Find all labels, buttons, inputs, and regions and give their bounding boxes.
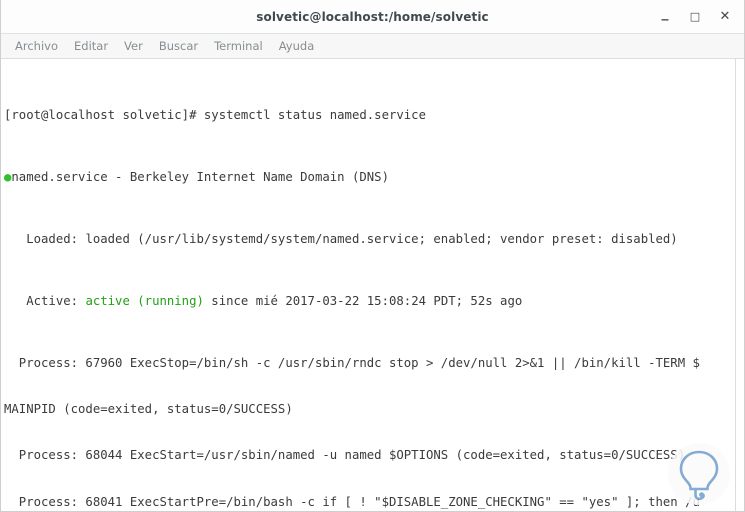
loaded-value: loaded (/usr/lib/systemd/system/named.se… bbox=[85, 231, 678, 246]
status-detail-line: Process: 68044 ExecStart=/usr/sbin/named… bbox=[4, 448, 686, 463]
terminal-output-area[interactable]: [root@localhost solvetic]# systemctl sta… bbox=[1, 59, 744, 511]
terminal-screen: [root@localhost solvetic]# systemctl sta… bbox=[2, 62, 744, 511]
title-bar[interactable]: solvetic@localhost:/home/solvetic _ □ ✕ bbox=[1, 0, 744, 34]
active-label: Active: bbox=[4, 293, 86, 308]
command-line: [root@localhost solvetic]# systemctl sta… bbox=[4, 108, 744, 123]
active-since: since mié 2017-03-22 15:08:24 PDT; 52s a… bbox=[203, 293, 523, 308]
loaded-label: Loaded: bbox=[4, 231, 86, 246]
menu-item-buscar[interactable]: Buscar bbox=[151, 34, 206, 58]
window-title: solvetic@localhost:/home/solvetic bbox=[256, 9, 489, 24]
typed-command: systemctl status named.service bbox=[203, 108, 426, 123]
maximize-button[interactable]: □ bbox=[680, 4, 710, 30]
unit-description: named.service - Berkeley Internet Name D… bbox=[11, 170, 389, 185]
loaded-line: Loaded: loaded (/usr/lib/systemd/system/… bbox=[4, 232, 744, 247]
close-button[interactable]: ✕ bbox=[710, 4, 740, 30]
unit-status-header: ●named.service - Berkeley Internet Name … bbox=[4, 170, 744, 185]
shell-prompt: [root@localhost solvetic]# bbox=[4, 108, 204, 123]
status-detail-line: Process: 68041 ExecStartPre=/bin/bash -c… bbox=[4, 494, 700, 509]
menu-item-ver[interactable]: Ver bbox=[116, 34, 151, 58]
menu-item-terminal[interactable]: Terminal bbox=[206, 34, 271, 58]
menu-item-ayuda[interactable]: Ayuda bbox=[271, 34, 323, 58]
menu-item-editar[interactable]: Editar bbox=[66, 34, 116, 58]
menu-bar: Archivo Editar Ver Buscar Terminal Ayuda bbox=[1, 34, 744, 59]
terminal-right-edge bbox=[735, 59, 736, 511]
active-line: Active: active (running) since mié 2017-… bbox=[4, 294, 744, 309]
terminal-window: solvetic@localhost:/home/solvetic _ □ ✕ … bbox=[0, 0, 745, 512]
window-controls: _ □ ✕ bbox=[650, 0, 740, 33]
status-detail-line: Process: 67960 ExecStop=/bin/sh -c /usr/… bbox=[4, 355, 700, 370]
menu-item-archivo[interactable]: Archivo bbox=[7, 34, 66, 58]
status-detail-line: MAINPID (code=exited, status=0/SUCCESS) bbox=[4, 401, 293, 416]
active-state: active (running) bbox=[85, 293, 204, 308]
minimize-button[interactable]: _ bbox=[650, 0, 680, 33]
